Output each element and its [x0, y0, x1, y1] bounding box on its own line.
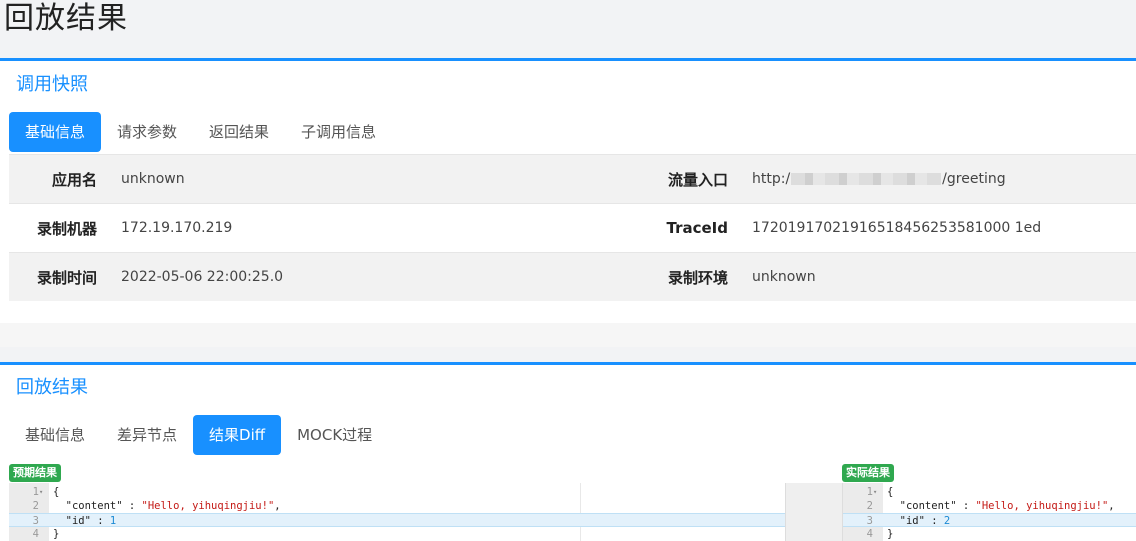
code-line: 1 ▾ { [843, 485, 1136, 499]
code-text: "id" : 1 [53, 515, 117, 527]
expected-result-badge: 预期结果 [9, 464, 61, 482]
code-text: } [53, 528, 60, 540]
traffic-entry-value: http://greeting [752, 171, 1006, 187]
code-text: "id" : 2 [887, 515, 951, 527]
diff-gap [785, 483, 843, 541]
tab-return-result[interactable]: 返回结果 [193, 112, 285, 152]
line-number: 2 [32, 500, 39, 512]
tab-replay-basic-info[interactable]: 基础信息 [9, 415, 101, 455]
info-row-machine: 录制机器 172.19.170.219 TraceId 172019170219… [9, 203, 1136, 252]
record-env-label: 录制环境 [667, 268, 728, 287]
code-line: 3 "id" : 2 [843, 513, 1136, 527]
snapshot-card: 调用快照 基础信息 请求参数 返回结果 子调用信息 应用名 unknown 流量… [0, 58, 1136, 347]
page-title: 回放结果 [4, 1, 128, 36]
code-text: { [887, 486, 894, 498]
line-number: 4 [866, 528, 873, 540]
snapshot-card-footer [0, 323, 1136, 347]
code-line: 2 "content" : "Hello, yihuqingjiu!", [9, 499, 785, 513]
app-name-value: unknown [121, 171, 185, 187]
fold-toggle-icon[interactable]: ▾ [39, 485, 49, 499]
code-text: "content" : "Hello, yihuqingjiu!", [53, 500, 281, 512]
record-machine-value: 172.19.170.219 [121, 220, 233, 236]
record-env-value: unknown [752, 269, 816, 285]
code-text: } [887, 528, 894, 540]
expected-result-editor[interactable]: 1 ▾{2 "content" : "Hello, yihuqingjiu!", 3… [9, 483, 785, 541]
code-line: 1 ▾ { [9, 485, 785, 499]
tab-basic-info[interactable]: 基础信息 [9, 112, 102, 152]
record-time-value: 2022-05-06 22:00:25.0 [121, 269, 284, 285]
record-machine-label: 录制机器 [36, 219, 97, 238]
actual-result-badge: 实际结果 [842, 464, 894, 482]
snapshot-tabs: 基础信息 请求参数 返回结果 子调用信息 [9, 112, 392, 152]
traffic-entry-label: 流量入口 [667, 170, 728, 189]
code-line: 2 "content" : "Hello, yihuqingjiu!", [843, 499, 1136, 513]
record-time-label: 录制时间 [36, 268, 97, 287]
trace-id-value: 17201917021916518456253581000 1ed [752, 220, 1042, 236]
info-row-app: 应用名 unknown 流量入口 http://greeting [9, 154, 1136, 203]
line-number: 1 [32, 486, 39, 498]
fold-toggle-icon[interactable]: ▾ [873, 485, 883, 499]
tab-diff-nodes[interactable]: 差异节点 [101, 415, 193, 455]
tab-result-diff[interactable]: 结果Diff [193, 415, 282, 455]
replay-card-title: 回放结果 [16, 377, 88, 398]
tab-request-params[interactable]: 请求参数 [101, 112, 193, 152]
line-number: 3 [866, 515, 873, 527]
line-number: 3 [32, 515, 39, 527]
replay-tabs: 基础信息 差异节点 结果Diff MOCK过程 [9, 415, 388, 455]
redacted-host [791, 173, 942, 185]
line-number: 2 [866, 500, 873, 512]
trace-id-label: TraceId [666, 219, 729, 237]
code-line: 4} [843, 527, 1136, 541]
tab-mock-process[interactable]: MOCK过程 [281, 415, 388, 455]
info-row-time: 录制时间 2022-05-06 22:00:25.0 录制环境 unknown [9, 252, 1136, 301]
code-line: 3 "id" : 1 [9, 513, 785, 527]
tab-sub-invocation[interactable]: 子调用信息 [285, 112, 392, 152]
line-number: 4 [32, 528, 39, 540]
app-name-label: 应用名 [51, 170, 97, 189]
actual-result-editor[interactable]: 1 ▾{2 "content" : "Hello, yihuqingjiu!", 3… [843, 483, 1136, 541]
replay-card: 回放结果 基础信息 差异节点 结果Diff MOCK过程 预期结果 实际结果 1… [0, 362, 1136, 541]
snapshot-card-title: 调用快照 [16, 74, 88, 95]
code-line: 4} [9, 527, 785, 541]
snapshot-info-table: 应用名 unknown 流量入口 http://greeting 录制机器 17… [9, 154, 1136, 301]
code-text: "content" : "Hello, yihuqingjiu!", [887, 500, 1115, 512]
line-number: 1 [866, 486, 873, 498]
code-text: { [53, 486, 60, 498]
